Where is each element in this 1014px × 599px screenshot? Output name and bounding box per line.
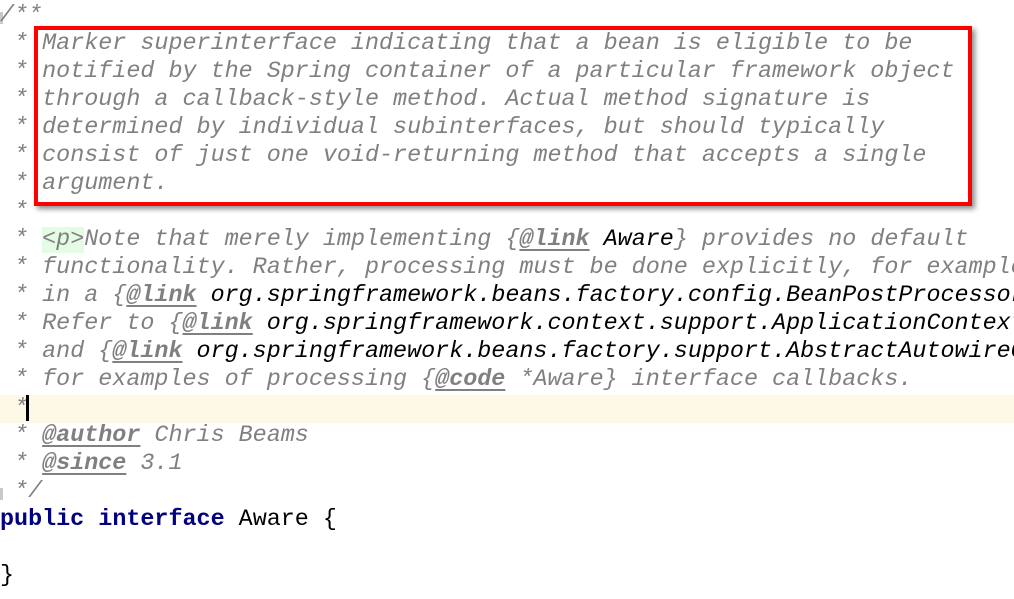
comment-text: through a callback-style method. Actual … bbox=[42, 87, 871, 113]
javadoc-reference[interactable]: Aware bbox=[590, 227, 674, 253]
comment-text: functionality. Rather, processing must b… bbox=[42, 255, 1014, 281]
current-line[interactable]: * bbox=[0, 395, 1014, 423]
code-line: } bbox=[0, 562, 1014, 590]
comment-text: Marker superinterface indicating that a … bbox=[42, 31, 913, 57]
code-line: */ bbox=[0, 478, 1014, 506]
code-line: * <p>Note that merely implementing {@lin… bbox=[0, 227, 969, 253]
comment-text: and { bbox=[42, 339, 113, 365]
code-line: * consist of just one void-returning met… bbox=[0, 143, 927, 169]
comment-text: consist of just one void-returning metho… bbox=[42, 143, 927, 169]
comment-text: 3.1 bbox=[126, 451, 183, 477]
code-editor[interactable]: /** * Marker superinterface indicating t… bbox=[0, 0, 1014, 599]
comment-text: * bbox=[0, 199, 29, 225]
comment-text: Chris Beams bbox=[140, 423, 309, 449]
comment-text: * bbox=[0, 396, 29, 423]
comment-text: notified by the Spring container of a pa… bbox=[42, 59, 955, 85]
code-line: * Refer to {@link org.springframework.co… bbox=[0, 310, 1014, 338]
code-line: * functionality. Rather, processing must… bbox=[0, 254, 1014, 282]
javadoc-tag: @link bbox=[112, 339, 183, 365]
keyword: public bbox=[0, 507, 85, 533]
keyword: interface bbox=[98, 507, 225, 533]
javadoc-tag: @since bbox=[42, 451, 127, 477]
comment-open: /** bbox=[0, 3, 43, 29]
code-line: * in a {@link org.springframework.beans.… bbox=[0, 282, 1014, 310]
html-tag: <p> bbox=[42, 227, 85, 253]
code-line: * determined by individual subinterfaces… bbox=[0, 115, 885, 141]
comment-text: argument. bbox=[42, 171, 169, 197]
javadoc-tag: @link bbox=[182, 311, 253, 337]
javadoc-tag: @link bbox=[126, 283, 197, 309]
comment-text: *Aware} interface callbacks. bbox=[505, 367, 913, 393]
comment-text: for examples of processing { bbox=[42, 367, 436, 393]
javadoc-tag: @link bbox=[519, 227, 590, 253]
code-line: * argument. bbox=[0, 171, 169, 197]
code-line: * for examples of processing {@code *Awa… bbox=[0, 367, 913, 393]
comment-text: } provides no default bbox=[673, 227, 969, 253]
comment-text: in a { bbox=[42, 283, 127, 309]
javadoc-reference[interactable]: org.springframework.context.support.Appl… bbox=[253, 311, 1014, 337]
javadoc-tag: @code bbox=[435, 367, 506, 393]
javadoc-tag: @author bbox=[42, 423, 141, 449]
code-line: * Marker superinterface indicating that … bbox=[0, 31, 913, 57]
closing-brace: } bbox=[0, 563, 15, 589]
javadoc-reference[interactable]: org.springframework.beans.factory.suppor… bbox=[183, 339, 1014, 365]
text-caret bbox=[26, 395, 30, 421]
code-line: * @author Chris Beams bbox=[0, 423, 309, 449]
code-line: * notified by the Spring container of a … bbox=[0, 59, 955, 85]
code-line: * bbox=[0, 198, 1014, 226]
comment-text: Refer to { bbox=[42, 311, 183, 337]
code-line: /** bbox=[0, 2, 1014, 30]
comment-text: Note that merely implementing { bbox=[84, 227, 520, 253]
code-line: * through a callback-style method. Actua… bbox=[0, 87, 871, 113]
comment-text: determined by individual subinterfaces, … bbox=[42, 115, 885, 141]
javadoc-reference[interactable]: org.springframework.beans.factory.config… bbox=[197, 283, 1014, 309]
code-line: public interface Aware { bbox=[0, 506, 1014, 534]
interface-declaration: Aware { bbox=[224, 507, 337, 533]
comment-close: */ bbox=[0, 479, 43, 505]
code-line: * and {@link org.springframework.beans.f… bbox=[0, 338, 1014, 366]
code-line: * @since 3.1 bbox=[0, 451, 183, 477]
